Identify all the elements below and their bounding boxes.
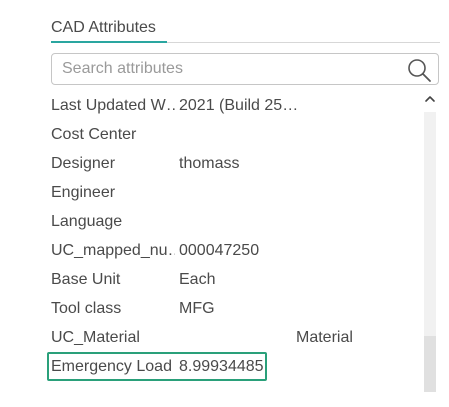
attribute-row: Designer thomass [51, 152, 423, 176]
attribute-key: UC_Material [51, 329, 140, 346]
attribute-list: Last Updated W… 2021 (Build 25… Cost Cen… [51, 94, 423, 394]
attribute-value: Material [296, 329, 353, 346]
attribute-key: Tool class [51, 300, 122, 317]
attribute-key: Cost Center [51, 126, 137, 143]
attribute-key: Language [51, 213, 123, 230]
scrollbar[interactable] [423, 92, 437, 392]
tab-cad-attributes[interactable]: CAD Attributes [51, 19, 156, 37]
attribute-row: UC_mapped_nu… 000047250 [51, 239, 423, 263]
attribute-row: Engineer [51, 181, 423, 205]
attribute-row: Base Unit Each [51, 268, 423, 292]
scrollbar-thumb[interactable] [424, 336, 436, 392]
search-icon[interactable] [406, 57, 432, 83]
chevron-up-icon[interactable] [423, 92, 437, 106]
attribute-row: Cost Center [51, 123, 423, 147]
attribute-key: UC_mapped_nu… [51, 242, 175, 259]
attribute-row: Last Updated W… 2021 (Build 25… [51, 94, 423, 118]
tab-bar: CAD Attributes [51, 18, 440, 43]
attribute-value: MFG [179, 300, 215, 317]
cad-attributes-panel: CAD Attributes Last Updated W… 2021 (Bui… [0, 0, 449, 407]
attribute-key: Base Unit [51, 271, 121, 288]
attribute-value: Each [179, 271, 216, 288]
search-input[interactable] [62, 59, 392, 79]
search-box [51, 53, 439, 85]
attribute-key: Last Updated W… [51, 97, 175, 114]
highlight-annotation [47, 352, 267, 381]
attribute-value: 2021 (Build 25… [179, 97, 299, 114]
attribute-key: Engineer [51, 184, 116, 201]
attribute-key: Designer [51, 155, 116, 172]
attribute-row: UC_Material Material [51, 326, 423, 350]
attribute-value: thomass [179, 155, 240, 172]
attribute-value: 000047250 [179, 242, 260, 259]
attribute-row: Language [51, 210, 423, 234]
active-tab-indicator [51, 41, 167, 43]
attribute-row: Tool class MFG [51, 297, 423, 321]
